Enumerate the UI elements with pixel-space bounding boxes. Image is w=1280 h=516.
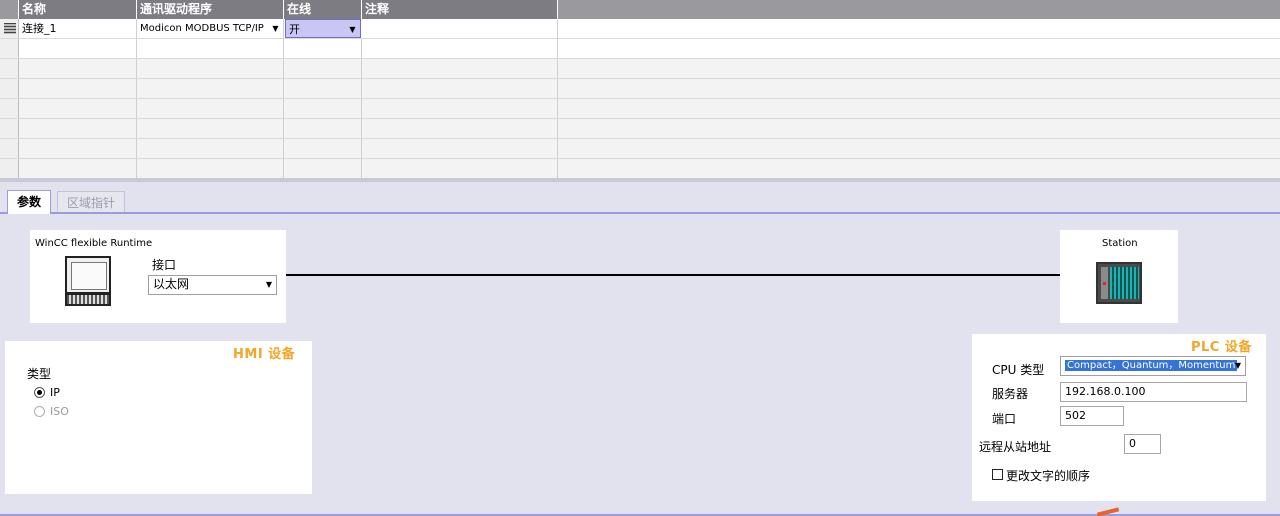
column-header-online[interactable]: 在线 bbox=[284, 0, 362, 19]
row-selector bbox=[0, 79, 19, 98]
station-box: Station bbox=[1060, 230, 1178, 323]
splitter[interactable] bbox=[0, 178, 1280, 182]
empty-cell bbox=[19, 139, 137, 158]
empty-cell bbox=[19, 159, 137, 178]
row-selector bbox=[0, 59, 19, 78]
empty-cell bbox=[284, 119, 362, 138]
cpu-type-label: CPU 类型 bbox=[992, 363, 1045, 377]
table-header: 名称 通讯驱动程序 在线 注释 bbox=[0, 0, 1280, 19]
interface-select-value: 以太网 bbox=[153, 277, 190, 291]
empty-cell bbox=[284, 99, 362, 118]
column-header-comment[interactable]: 注释 bbox=[362, 0, 558, 19]
tab-strip-border bbox=[0, 212, 1280, 214]
chevron-down-icon[interactable]: ▼ bbox=[1235, 357, 1241, 374]
empty-cell bbox=[137, 79, 284, 98]
cpu-type-value: Compact，Quantum，Momentum bbox=[1065, 360, 1238, 371]
word-order-checkbox[interactable] bbox=[992, 469, 1003, 480]
table-row-empty bbox=[0, 99, 1280, 119]
port-label: 端口 bbox=[992, 412, 1017, 426]
row-selector bbox=[0, 119, 19, 138]
table-row[interactable]: 连接_1 Modicon MODBUS TCP/IP ▼ 开 ▼ bbox=[0, 19, 1280, 39]
empty-cell bbox=[19, 79, 137, 98]
row-icon bbox=[4, 23, 16, 34]
row-selector bbox=[0, 99, 19, 118]
empty-cell bbox=[137, 59, 284, 78]
empty-cell bbox=[362, 139, 558, 158]
table-row-empty bbox=[0, 59, 1280, 79]
server-label: 服务器 bbox=[992, 387, 1029, 401]
type-label: 类型 bbox=[27, 367, 52, 381]
empty-cell bbox=[284, 159, 362, 178]
tab-parameters[interactable]: 参数 bbox=[7, 190, 52, 214]
empty-cell bbox=[284, 39, 362, 58]
row-selector[interactable] bbox=[0, 19, 19, 38]
cell-name[interactable]: 连接_1 bbox=[19, 19, 137, 38]
empty-cell bbox=[362, 99, 558, 118]
table-row-empty bbox=[0, 139, 1280, 159]
radio-iso-label[interactable]: ISO bbox=[50, 405, 69, 418]
monitor-icon bbox=[65, 256, 111, 307]
radio-ip[interactable] bbox=[34, 387, 45, 398]
table-row-empty bbox=[0, 79, 1280, 99]
cell-comment[interactable] bbox=[362, 19, 558, 38]
empty-cell bbox=[19, 59, 137, 78]
empty-cell bbox=[137, 39, 284, 58]
header-corner[interactable] bbox=[0, 0, 19, 19]
hmi-settings-title: HMI 设备 bbox=[233, 347, 296, 362]
column-header-driver[interactable]: 通讯驱动程序 bbox=[137, 0, 284, 19]
table-row-empty bbox=[0, 119, 1280, 139]
chevron-down-icon[interactable]: ▼ bbox=[270, 23, 281, 34]
table-row-new[interactable] bbox=[0, 39, 1280, 59]
word-order-label[interactable]: 更改文字的顺序 bbox=[1006, 467, 1090, 484]
empty-cell bbox=[362, 159, 558, 178]
chevron-down-icon[interactable]: ▼ bbox=[347, 24, 358, 35]
plc-icon bbox=[1096, 262, 1142, 304]
remote-slave-label: 远程从站地址 bbox=[979, 440, 1052, 454]
empty-cell bbox=[19, 99, 137, 118]
empty-cell bbox=[137, 119, 284, 138]
radio-ip-label[interactable]: IP bbox=[50, 386, 60, 399]
hmi-settings-panel: HMI 设备 类型 IP ISO bbox=[5, 341, 312, 494]
plc-settings-panel: PLC 设备 CPU 类型 Compact，Quantum，Momentum ▼… bbox=[972, 334, 1266, 501]
cell-driver[interactable]: Modicon MODBUS TCP/IP ▼ bbox=[137, 19, 284, 38]
plc-settings-title: PLC 设备 bbox=[1191, 340, 1252, 355]
row-selector bbox=[0, 159, 19, 178]
hmi-caption: WinCC flexible Runtime bbox=[35, 238, 153, 249]
interface-select[interactable]: 以太网 ▼ bbox=[148, 275, 277, 295]
empty-cell bbox=[284, 59, 362, 78]
empty-cell bbox=[362, 39, 558, 58]
empty-cell bbox=[362, 79, 558, 98]
empty-cell bbox=[19, 39, 137, 58]
empty-cell bbox=[19, 119, 137, 138]
empty-cell bbox=[137, 159, 284, 178]
cell-online[interactable]: 开 ▼ bbox=[285, 19, 361, 38]
hmi-device-box: WinCC flexible Runtime 接口 以太网 ▼ bbox=[30, 230, 286, 323]
station-caption: Station bbox=[1102, 238, 1138, 249]
empty-cell bbox=[284, 79, 362, 98]
table-row-empty bbox=[0, 159, 1280, 179]
port-field[interactable]: 502 bbox=[1060, 406, 1124, 426]
tab-area-pointers[interactable]: 区域指针 bbox=[57, 191, 126, 212]
server-field[interactable]: 192.168.0.100 bbox=[1060, 382, 1247, 402]
column-header-name[interactable]: 名称 bbox=[19, 0, 137, 19]
empty-cell bbox=[137, 99, 284, 118]
remote-slave-field[interactable]: 0 bbox=[1124, 434, 1161, 454]
empty-cell bbox=[362, 119, 558, 138]
empty-cell bbox=[362, 59, 558, 78]
radio-iso[interactable] bbox=[34, 406, 45, 417]
chevron-down-icon[interactable]: ▼ bbox=[266, 276, 272, 293]
empty-cell bbox=[137, 139, 284, 158]
interface-label: 接口 bbox=[152, 258, 177, 272]
row-selector bbox=[0, 39, 19, 58]
connections-table: 名称 通讯驱动程序 在线 注释 连接_1 Modicon MODBUS TCP/… bbox=[0, 0, 1280, 182]
cell-driver-value: Modicon MODBUS TCP/IP bbox=[140, 23, 264, 34]
cell-online-value: 开 bbox=[289, 23, 300, 36]
row-selector bbox=[0, 139, 19, 158]
connection-line bbox=[286, 274, 1060, 276]
empty-cell bbox=[284, 139, 362, 158]
cpu-type-select[interactable]: Compact，Quantum，Momentum ▼ bbox=[1060, 356, 1246, 376]
